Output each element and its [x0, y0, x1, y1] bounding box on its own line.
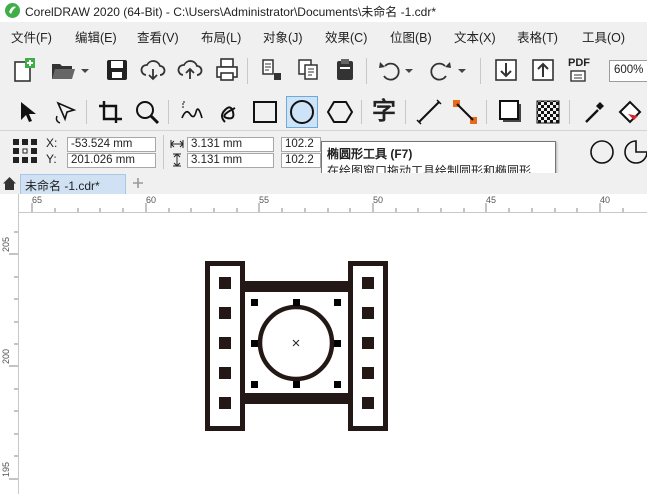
width-field[interactable]: 3.131 mm — [187, 137, 274, 152]
parallel-dimension-tool-icon[interactable] — [413, 96, 445, 128]
freehand-tool-icon[interactable] — [176, 96, 208, 128]
toolbar-separator — [366, 58, 367, 84]
document-tab-bar: 未命名 -1.cdr* — [0, 173, 647, 195]
menu-object[interactable]: 对象(J) — [263, 27, 303, 46]
ruler-label: 45 — [486, 195, 497, 205]
document-tab-label: 未命名 -1.cdr* — [25, 179, 100, 193]
ellipse-tool-icon[interactable] — [286, 96, 318, 128]
ruler-label: 40 — [600, 195, 611, 205]
menu-bitmaps[interactable]: 位图(B) — [390, 27, 432, 46]
undo-icon[interactable] — [375, 55, 405, 85]
ellipse-shape-icon[interactable] — [588, 138, 616, 166]
window-title: CorelDRAW 2020 (64-Bit) - C:\Users\Admin… — [25, 5, 436, 19]
toolbox-separator — [405, 100, 406, 124]
text-tool-icon[interactable]: 字 — [368, 96, 400, 128]
toolbox-separator — [486, 100, 487, 124]
crop-tool-icon[interactable] — [94, 96, 126, 128]
menu-effects[interactable]: 效果(C) — [325, 27, 367, 46]
standard-toolbar: PDF 600% — [0, 48, 647, 95]
toolbox: 字 — [0, 94, 647, 131]
eyedropper-tool-icon[interactable] — [578, 96, 610, 128]
y-position-field[interactable]: 201.026 mm — [67, 153, 156, 168]
zoom-level-field[interactable]: 600% — [609, 60, 647, 82]
menu-tools[interactable]: 工具(O) — [582, 27, 625, 46]
ruler-label: 205 — [1, 236, 11, 252]
save-icon[interactable] — [102, 55, 132, 85]
x-label: X: — [46, 136, 58, 150]
ruler-label: 195 — [1, 461, 11, 477]
menu-layout[interactable]: 布局(L) — [201, 27, 241, 46]
connector-tool-icon[interactable] — [449, 96, 481, 128]
drop-shadow-tool-icon[interactable] — [495, 96, 527, 128]
new-document-icon[interactable] — [10, 55, 40, 85]
ruler-label: 50 — [373, 195, 384, 205]
menu-edit[interactable]: 编辑(E) — [75, 27, 117, 46]
redo-icon[interactable] — [425, 55, 455, 85]
coreldraw-logo-icon — [5, 3, 20, 18]
film-strip-drawing[interactable] — [19, 213, 647, 494]
vertical-ruler[interactable]: 205 200 195 — [0, 194, 19, 494]
menu-table[interactable]: 表格(T) — [517, 27, 558, 46]
export-up-arrow-icon[interactable] — [528, 55, 558, 85]
rectangle-tool-icon[interactable] — [249, 96, 281, 128]
toolbox-separator — [569, 100, 570, 124]
toolbox-separator — [86, 100, 87, 124]
document-tab[interactable]: 未命名 -1.cdr* — [20, 174, 126, 194]
toolbox-separator — [361, 100, 362, 124]
import-icon[interactable] — [257, 55, 287, 85]
reference-point-icon[interactable] — [12, 138, 38, 164]
redo-dropdown-chevron-icon[interactable] — [455, 55, 469, 85]
toolbar-separator — [247, 58, 248, 84]
y-label: Y: — [46, 152, 57, 166]
pick-tool-icon[interactable] — [10, 96, 42, 128]
open-folder-icon[interactable] — [48, 55, 78, 85]
artistic-media-tool-icon[interactable] — [213, 96, 245, 128]
menu-file[interactable]: 文件(F) — [11, 27, 52, 46]
ruler-label: 65 — [32, 195, 43, 205]
export-icon[interactable] — [294, 55, 324, 85]
title-bar: CorelDRAW 2020 (64-Bit) - C:\Users\Admin… — [0, 0, 647, 22]
width-arrow-icon — [170, 137, 184, 151]
publish-pdf-icon[interactable]: PDF — [565, 55, 597, 85]
horizontal-ruler[interactable]: 65 60 55 50 45 40 — [18, 194, 647, 213]
cloud-download-icon[interactable] — [138, 55, 168, 85]
scale-y-field[interactable]: 102.2 — [281, 153, 321, 168]
print-icon[interactable] — [212, 55, 242, 85]
import-down-arrow-icon[interactable] — [491, 55, 521, 85]
ruler-label: 200 — [1, 348, 11, 364]
menu-bar: 文件(F) 编辑(E) 查看(V) 布局(L) 对象(J) 效果(C) 位图(B… — [0, 22, 647, 49]
drawing-canvas[interactable] — [19, 213, 647, 494]
shape-tool-icon[interactable] — [48, 96, 80, 128]
publish-icon[interactable] — [330, 55, 360, 85]
interactive-fill-tool-icon[interactable] — [614, 96, 646, 128]
menu-text[interactable]: 文本(X) — [454, 27, 496, 46]
cloud-upload-icon[interactable] — [175, 55, 205, 85]
polygon-tool-icon[interactable] — [324, 96, 356, 128]
add-document-icon[interactable] — [130, 175, 146, 191]
toolbox-separator — [168, 100, 169, 124]
propbar-separator — [163, 135, 164, 169]
zoom-tool-icon[interactable] — [131, 96, 163, 128]
home-icon[interactable] — [2, 176, 17, 191]
tooltip-title: 椭圆形工具 (F7) — [327, 147, 413, 161]
transparency-tool-icon[interactable] — [532, 96, 564, 128]
menu-view[interactable]: 查看(V) — [137, 27, 179, 46]
x-position-field[interactable]: -53.524 mm — [67, 137, 156, 152]
pie-shape-icon[interactable] — [622, 138, 647, 166]
ruler-label: 60 — [146, 195, 157, 205]
undo-dropdown-chevron-icon[interactable] — [402, 55, 416, 85]
open-dropdown-chevron-icon[interactable] — [78, 55, 92, 85]
height-field[interactable]: 3.131 mm — [187, 153, 274, 168]
toolbar-separator — [480, 58, 481, 84]
ruler-label: 55 — [259, 195, 270, 205]
scale-x-field[interactable]: 102.2 — [281, 137, 321, 152]
height-arrow-icon — [170, 153, 184, 167]
